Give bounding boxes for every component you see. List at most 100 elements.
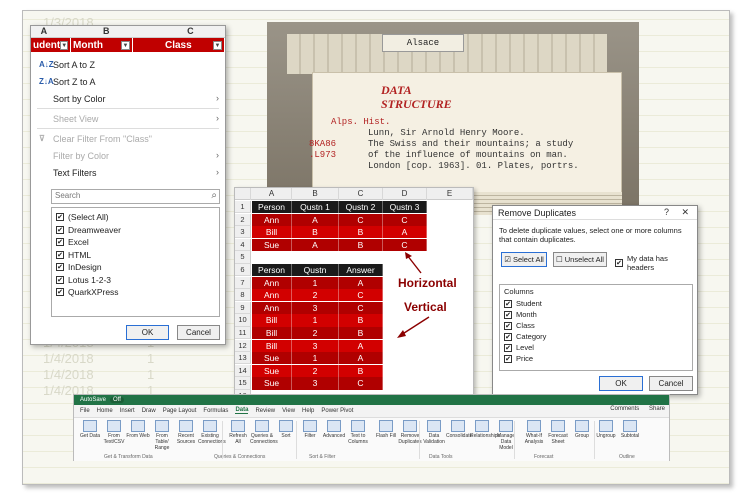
column-header[interactable]: A <box>252 188 292 200</box>
select-all-corner[interactable] <box>235 188 251 200</box>
filter-check-item[interactable]: ✔ Lotus 1-2-3 <box>56 274 215 287</box>
column-header[interactable]: C <box>339 188 383 200</box>
table-cell[interactable]: C <box>339 213 383 226</box>
table-cell[interactable]: A <box>383 226 427 239</box>
dialog-cancel-button[interactable]: Cancel <box>649 376 693 391</box>
column-header[interactable]: B <box>292 188 339 200</box>
autosave-toggle[interactable]: Off <box>110 397 124 403</box>
table-cell[interactable]: Person <box>252 264 292 277</box>
table-cell[interactable]: Bill <box>252 314 292 327</box>
checkbox-checked-icon[interactable]: ✔ <box>56 238 64 247</box>
tab-formulas[interactable]: Formulas <box>203 408 228 414</box>
ribbon-text-to-columns-button[interactable]: Text to Columns <box>346 420 370 445</box>
table-cell[interactable]: B <box>339 314 383 327</box>
table-cell[interactable]: Ann <box>252 213 292 226</box>
table-cell[interactable]: Ann <box>252 276 292 289</box>
tab-page-layout[interactable]: Page Layout <box>163 408 197 414</box>
ribbon-recent-sources-button[interactable]: Recent Sources <box>174 420 198 445</box>
dialog-ok-button[interactable]: OK <box>599 376 643 391</box>
column-checkbox-item[interactable]: ✔ Class <box>504 320 688 331</box>
unselect-all-button[interactable]: ☐ Unselect All <box>553 252 607 267</box>
ribbon-group-button[interactable]: Group <box>570 420 594 439</box>
ribbon-ungroup-button[interactable]: Ungroup <box>594 420 618 439</box>
select-all-button[interactable]: ☑ Select All <box>501 252 547 267</box>
close-icon[interactable]: ✕ <box>681 207 689 218</box>
checkbox-checked-icon[interactable]: ✔ <box>56 275 64 284</box>
tab-insert[interactable]: Insert <box>120 408 135 414</box>
table-cell[interactable]: 3 <box>292 339 339 352</box>
table-cell[interactable]: Bill <box>252 226 292 239</box>
table-cell[interactable]: A <box>339 276 383 289</box>
checkbox-checked-icon[interactable]: ✔ <box>56 225 64 234</box>
checkbox-checked-icon[interactable]: ✔ <box>504 332 512 341</box>
comments-button[interactable]: Comments <box>610 406 639 412</box>
tab-file[interactable]: File <box>80 408 90 414</box>
row-header[interactable]: 2 <box>235 213 251 226</box>
table-cell[interactable]: 3 <box>292 377 339 390</box>
filter-cancel-button[interactable]: Cancel <box>177 325 220 340</box>
table-cell[interactable]: Sue <box>252 377 292 390</box>
ribbon-from-web-button[interactable]: From Web <box>126 420 150 439</box>
share-button[interactable]: Share <box>649 406 665 412</box>
ribbon-sort-button[interactable]: Sort <box>274 420 298 439</box>
table-cell[interactable]: A <box>339 339 383 352</box>
table-cell[interactable]: C <box>383 213 427 226</box>
checkbox-checked-icon[interactable]: ✔ <box>504 321 512 330</box>
checkbox-checked-icon[interactable]: ✔ <box>56 288 64 297</box>
table-cell[interactable]: Sue <box>252 364 292 377</box>
tab-draw[interactable]: Draw <box>142 408 156 414</box>
filter-search-input[interactable]: Search ⌕ <box>51 189 220 204</box>
checkbox-checked-icon[interactable]: ✔ <box>504 299 512 308</box>
ribbon-get-data-button[interactable]: Get Data <box>78 420 102 439</box>
filter-check-item[interactable]: ✔ Excel <box>56 236 215 249</box>
ribbon-from-table-range-button[interactable]: From Table/ Range <box>150 420 174 451</box>
table-cell[interactable]: 2 <box>292 364 339 377</box>
table-cell[interactable]: Qustn 3 <box>383 201 427 214</box>
table-cell[interactable]: C <box>339 289 383 302</box>
checkbox-checked-icon[interactable]: ✔ <box>504 310 512 319</box>
row-header[interactable]: 3 <box>235 226 251 239</box>
table-cell[interactable]: Answer <box>339 264 383 277</box>
text-filters-item[interactable]: Text Filters › <box>31 164 225 181</box>
ribbon-subtotal-button[interactable]: Subtotal <box>618 420 642 439</box>
filter-dropdown-icon[interactable]: ▼ <box>213 40 222 50</box>
row-header[interactable]: 1 <box>235 201 251 214</box>
table-cell[interactable]: B <box>339 327 383 340</box>
table-cell[interactable]: B <box>339 364 383 377</box>
ribbon-existing-connections-button[interactable]: Existing Connections <box>198 420 226 445</box>
filter-check-item[interactable]: ✔ (Select All) <box>56 211 215 224</box>
table-cell[interactable]: 2 <box>292 289 339 302</box>
table-cell[interactable]: C <box>339 301 383 314</box>
column-header[interactable]: D <box>383 188 427 200</box>
table-cell[interactable]: Qustn 1 <box>292 201 339 214</box>
tab-view[interactable]: View <box>282 408 295 414</box>
help-icon[interactable]: ? <box>664 207 669 217</box>
table-cell[interactable]: 1 <box>292 352 339 365</box>
ribbon-from-text-csv-button[interactable]: From Text/CSV <box>102 420 126 445</box>
ribbon-refresh-all-button[interactable]: Refresh All <box>226 420 250 445</box>
table-cell[interactable]: Sue <box>252 352 292 365</box>
row-header[interactable]: 4 <box>235 238 251 251</box>
table-cell[interactable]: Bill <box>252 327 292 340</box>
filter-check-item[interactable]: ✔ InDesign <box>56 261 215 274</box>
table-cell[interactable]: Sue <box>252 238 292 251</box>
tab-review[interactable]: Review <box>255 408 275 414</box>
checkbox-checked-icon[interactable]: ✔ <box>56 263 64 272</box>
filter-ok-button[interactable]: OK <box>126 325 169 340</box>
row-header[interactable]: 15 <box>235 377 251 390</box>
row-header[interactable]: 11 <box>235 327 251 340</box>
row-header[interactable]: 7 <box>235 276 251 289</box>
ribbon-queries-connections-button[interactable]: Queries & Connections <box>250 420 278 445</box>
header-class[interactable]: Class ▼ <box>133 38 225 52</box>
checkbox-checked-icon[interactable]: ✔ <box>504 354 512 363</box>
filter-dropdown-icon[interactable]: ▼ <box>121 40 130 50</box>
ribbon-forecast-sheet-button[interactable]: Forecast Sheet <box>546 420 570 445</box>
table-cell[interactable]: 3 <box>292 301 339 314</box>
row-header[interactable]: 6 <box>235 264 251 277</box>
table-cell[interactable]: 2 <box>292 327 339 340</box>
table-cell[interactable]: 1 <box>292 276 339 289</box>
checkbox-checked-icon[interactable]: ✔ <box>615 259 623 267</box>
table-cell[interactable]: A <box>292 213 339 226</box>
table-cell[interactable]: B <box>339 226 383 239</box>
column-checkbox-item[interactable]: ✔ Price <box>504 353 688 364</box>
